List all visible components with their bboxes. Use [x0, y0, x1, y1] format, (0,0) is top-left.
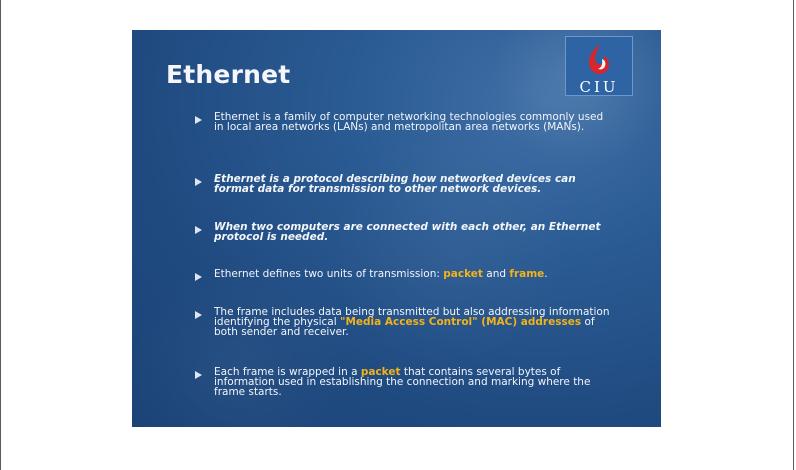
bullet-text: Each frame is wrapped in a packet that c… — [214, 367, 614, 398]
bullet-arrow-icon — [195, 116, 202, 124]
bullet-arrow-icon — [195, 273, 202, 281]
bullet-arrow-icon — [195, 226, 202, 234]
bullet-text: The frame includes data being transmitte… — [214, 307, 614, 338]
bullet-arrow-icon — [195, 371, 202, 379]
slide: Ethernet CIU Ethernet is a family of com… — [132, 30, 661, 427]
bullet-text: Ethernet is a protocol describing how ne… — [214, 173, 576, 195]
page-border-left — [0, 0, 1, 470]
page-border-right — [793, 0, 794, 470]
highlight-term: "Media Access Control" (MAC) addresses — [340, 316, 582, 328]
bullet-arrow-icon — [195, 311, 202, 319]
highlight-term: packet — [443, 268, 483, 280]
bullet-text-part: . — [544, 268, 548, 280]
bullet-arrow-icon — [195, 178, 202, 186]
bullet-list: Ethernet is a family of computer network… — [132, 30, 661, 427]
bullet-text: Ethernet defines two units of transmissi… — [214, 268, 614, 280]
bullet-text: Ethernet is a family of computer network… — [214, 111, 604, 133]
highlight-term: frame — [509, 268, 545, 280]
bullet-text-part: Ethernet defines two units of transmissi… — [214, 268, 444, 280]
bullet-text: When two computers are connected with ea… — [214, 221, 601, 243]
bullet-text-part: and — [482, 268, 510, 280]
